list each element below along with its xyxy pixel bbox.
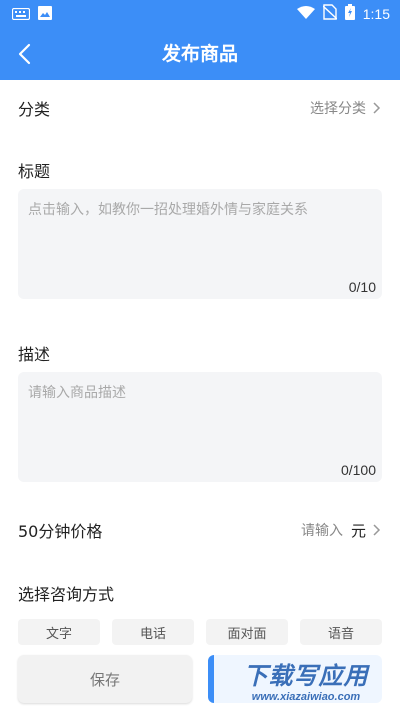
price-input[interactable]: 请输入 — [301, 520, 343, 540]
chevron-left-icon — [18, 43, 31, 65]
image-icon — [38, 5, 52, 24]
category-label: 分类 — [18, 100, 51, 119]
status-time: 1:15 — [362, 6, 390, 22]
description-counter: 0/100 — [340, 462, 376, 478]
price-label: 50分钟价格 — [18, 522, 103, 541]
chevron-right-icon — [373, 524, 381, 536]
title-label: 标题 — [18, 162, 51, 181]
title-placeholder: 点击输入，如教你一招处理婚外情与家庭关系 — [28, 202, 308, 218]
category-selector[interactable]: 选择分类 — [310, 98, 382, 118]
wifi-icon — [296, 5, 315, 24]
no-sim-icon — [322, 4, 338, 24]
consult-label: 选择咨询方式 — [18, 585, 115, 604]
battery-icon — [344, 4, 355, 24]
watermark: 下载写应用 www.xiazaiwiao.com — [214, 650, 398, 708]
chevron-right-icon — [373, 102, 381, 114]
price-row: 50分钟价格 请输入 元 — [0, 510, 400, 550]
keyboard-icon — [11, 5, 31, 24]
price-unit: 元 — [350, 521, 366, 540]
watermark-sub: www.xiazaiwiao.com — [251, 690, 361, 703]
title-counter: 0/10 — [348, 279, 376, 295]
consult-option-voice[interactable]: 语音 — [300, 619, 382, 645]
status-bar: 1:15 — [0, 0, 400, 28]
app-bar: 发布商品 — [0, 28, 400, 80]
back-button[interactable] — [8, 38, 40, 70]
save-button[interactable]: 保存 — [18, 655, 192, 703]
watermark-main: 下载写应用 — [243, 661, 369, 690]
description-input[interactable]: 请输入商品描述 0/100 — [18, 372, 382, 482]
price-input-group[interactable]: 请输入 元 — [301, 520, 382, 541]
category-row[interactable]: 分类 选择分类 — [0, 88, 400, 128]
category-value: 选择分类 — [310, 101, 366, 117]
title-input[interactable]: 点击输入，如教你一招处理婚外情与家庭关系 0/10 — [18, 189, 382, 299]
page-title: 发布商品 — [161, 43, 238, 65]
description-label: 描述 — [18, 345, 51, 364]
consult-options: 文字 电话 面对面 语音 — [18, 619, 382, 645]
description-placeholder: 请输入商品描述 — [28, 385, 126, 401]
consult-option-text[interactable]: 文字 — [18, 619, 100, 645]
consult-option-face-to-face[interactable]: 面对面 — [206, 619, 288, 645]
consult-option-phone[interactable]: 电话 — [112, 619, 194, 645]
